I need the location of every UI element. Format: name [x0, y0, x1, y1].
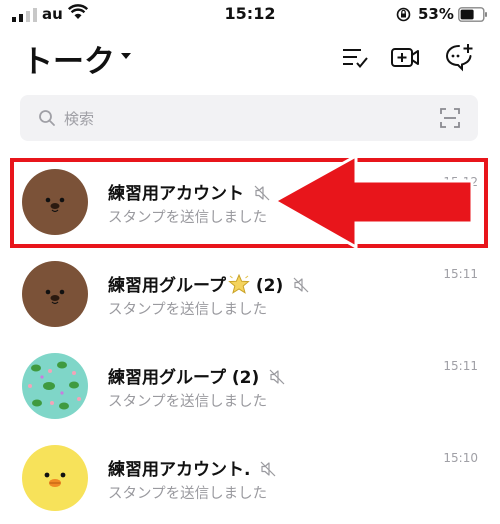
- bear-avatar: [22, 261, 88, 327]
- chat-row[interactable]: 練習用アカウント. スタンプを送信しました 15:10: [0, 431, 500, 523]
- mute-icon: [261, 461, 276, 477]
- star-emoji-icon: [228, 274, 250, 294]
- chat-time: 15:10: [443, 451, 478, 465]
- edit-list-icon[interactable]: [340, 42, 370, 72]
- chat-row[interactable]: 練習用グループ (2) スタンプを送信しました 15:11: [0, 339, 500, 431]
- battery-percent: 53%: [418, 5, 454, 23]
- title-dropdown-icon[interactable]: [121, 53, 131, 59]
- search-placeholder: 検索: [64, 110, 95, 128]
- mute-icon: [293, 277, 309, 293]
- chat-time: 15:11: [443, 359, 478, 373]
- page-title: トーク: [22, 44, 115, 80]
- search-icon: [39, 110, 55, 126]
- chat-preview: スタンプを送信しました: [108, 394, 268, 410]
- scan-icon[interactable]: [440, 108, 460, 128]
- mute-icon: [269, 369, 285, 385]
- chat-preview: スタンプを送信しました: [108, 486, 268, 502]
- frog-pattern-avatar: [22, 353, 88, 419]
- chat-name: 練習用アカウント.: [108, 455, 276, 480]
- add-chat-icon[interactable]: [444, 42, 474, 72]
- chat-name: 練習用グループ (2): [108, 363, 285, 388]
- battery-icon: [458, 7, 487, 22]
- chat-row[interactable]: 練習用グループ (2) スタンプを送信しました 15:11: [0, 247, 500, 339]
- chat-time: 15:11: [443, 267, 478, 281]
- chick-avatar: [22, 445, 88, 511]
- search-input[interactable]: 検索: [20, 95, 478, 141]
- chat-name: 練習用グループ (2): [108, 271, 309, 296]
- chat-preview: スタンプを送信しました: [108, 302, 268, 318]
- header: トーク: [0, 32, 500, 84]
- status-bar: au 15:12 53%: [0, 0, 500, 32]
- red-arrow-icon: [272, 153, 474, 250]
- rotation-lock-icon: [396, 7, 411, 22]
- video-call-icon[interactable]: [390, 42, 420, 72]
